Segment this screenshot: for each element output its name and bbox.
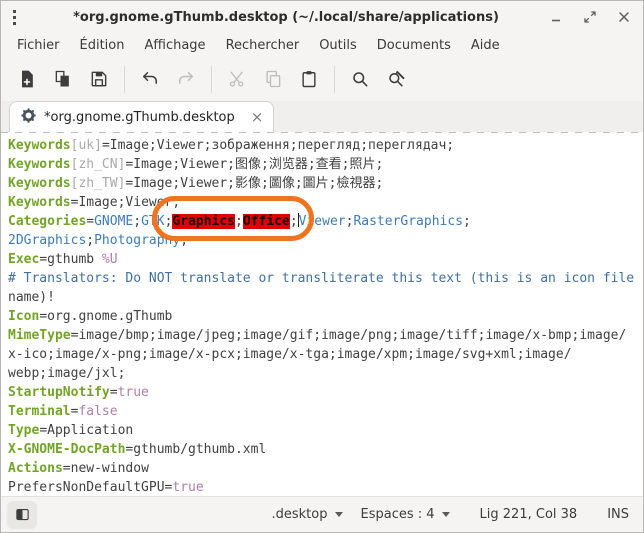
insert-mode-label: INS: [607, 507, 629, 522]
status-bar: .desktop Espaces : 4 Lig 221, Col 38 INS: [1, 496, 643, 532]
title-bar: *org.gnome.gThumb.desktop (~/.local/shar…: [1, 1, 643, 33]
filetype-label: .desktop: [272, 507, 328, 522]
minimize-button[interactable]: [549, 10, 563, 24]
gear-icon: [21, 108, 36, 127]
toolbar-separator: [211, 66, 212, 93]
window-title: *org.gnome.gThumb.desktop (~/.local/shar…: [33, 10, 539, 25]
tab-bar: *org.gnome.gThumb.desktop ×: [1, 101, 643, 132]
redo-button[interactable]: [168, 62, 204, 96]
menu-handle-icon: [13, 10, 33, 25]
cut-button[interactable]: [219, 62, 255, 96]
cursor-position-label: Lig 221, Col 38: [480, 507, 578, 522]
menu-documents[interactable]: Documents: [367, 36, 461, 55]
undo-button[interactable]: [132, 62, 168, 96]
open-document-button[interactable]: [45, 62, 81, 96]
menu-outils[interactable]: Outils: [309, 36, 367, 55]
paste-button[interactable]: [291, 62, 327, 96]
restore-button[interactable]: [583, 10, 597, 24]
text-editor-area[interactable]: Keywords[uk]=Image;Viewer;зображення;пер…: [1, 132, 643, 496]
filetype-dropdown[interactable]: .desktop: [272, 507, 343, 522]
indent-label: Espaces : 4: [361, 507, 435, 522]
new-document-button[interactable]: [9, 62, 45, 96]
toolbar: [1, 57, 643, 101]
indent-dropdown[interactable]: Espaces : 4: [361, 507, 450, 522]
toggle-side-panel-button[interactable]: [7, 501, 37, 529]
editor-lines: Keywords[uk]=Image;Viewer;зображення;пер…: [1, 132, 643, 496]
menu-bar: Fichier Édition Affichage Rechercher Out…: [1, 33, 643, 57]
menu-rechercher[interactable]: Rechercher: [216, 36, 310, 55]
text-editor-window: *org.gnome.gThumb.desktop (~/.local/shar…: [0, 0, 644, 533]
tab-label: *org.gnome.gThumb.desktop: [44, 110, 235, 125]
save-button[interactable]: [81, 62, 117, 96]
close-button[interactable]: [617, 10, 631, 24]
toolbar-separator: [124, 66, 125, 93]
toolbar-separator: [334, 66, 335, 93]
caret-down-icon: [335, 512, 343, 517]
tab-gthumb-desktop[interactable]: *org.gnome.gThumb.desktop ×: [9, 101, 274, 132]
menu-affichage[interactable]: Affichage: [134, 36, 215, 55]
copy-button[interactable]: [255, 62, 291, 96]
search-button[interactable]: [342, 62, 378, 96]
search-replace-button[interactable]: [378, 62, 414, 96]
menu-fichier[interactable]: Fichier: [7, 36, 70, 55]
caret-down-icon: [442, 512, 450, 517]
menu-edition[interactable]: Édition: [70, 36, 135, 55]
menu-aide[interactable]: Aide: [461, 36, 510, 55]
tab-close-icon[interactable]: ×: [251, 110, 264, 125]
